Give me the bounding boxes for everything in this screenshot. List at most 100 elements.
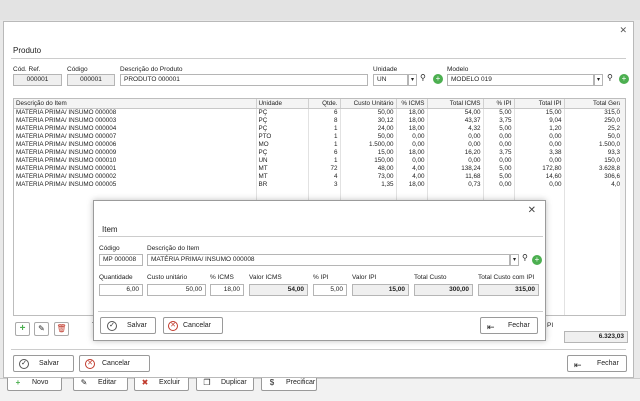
table-row[interactable]: MATÉRIA PRIMA/ INSUMO 000001 MT 72 48,00 4,0… bbox=[14, 165, 625, 173]
table-row[interactable]: MATÉRIA PRIMA/ INSUMO 000009 PÇ 6 15,00 18,0… bbox=[14, 149, 625, 157]
cod-ref-field[interactable]: 000001 bbox=[13, 74, 62, 86]
grid-edit-button[interactable]: ✎ bbox=[34, 322, 49, 336]
empty-cell bbox=[564, 293, 625, 301]
cancel-icon: ✕ bbox=[85, 359, 95, 369]
table-cell: 15,00 bbox=[514, 108, 565, 117]
table-cell: PÇ bbox=[256, 149, 309, 157]
table-cell: 18,00 bbox=[396, 108, 428, 117]
table-cell: 43,37 bbox=[427, 117, 484, 125]
table-cell: MATÉRIA PRIMA/ INSUMO 000006 bbox=[14, 141, 257, 149]
close-icon[interactable]: ✕ bbox=[528, 205, 536, 216]
custo-unitario-field[interactable]: 50,00 bbox=[147, 284, 206, 296]
unidade-label: Unidade bbox=[373, 66, 398, 73]
item-fechar-button[interactable]: ⇤ Fechar bbox=[480, 317, 538, 334]
descricao-produto-field[interactable]: PRODUTO 000001 bbox=[120, 74, 368, 86]
table-cell: 73,00 bbox=[340, 173, 397, 181]
empty-cell bbox=[564, 213, 625, 221]
quantidade-field[interactable]: 6,00 bbox=[99, 284, 143, 296]
table-cell: MATÉRIA PRIMA/ INSUMO 000008 bbox=[14, 108, 257, 117]
produto-salvar-button[interactable]: ✓ Salvar bbox=[13, 355, 74, 372]
table-cell: 306,60 bbox=[564, 173, 625, 181]
empty-cell bbox=[564, 253, 625, 261]
item-cancelar-button[interactable]: ✕ Cancelar bbox=[163, 317, 223, 334]
modelo-dropdown-icon[interactable]: ▾ bbox=[594, 74, 603, 86]
table-cell: 138,24 bbox=[427, 165, 484, 173]
item-dropdown-icon[interactable]: ▾ bbox=[510, 254, 519, 266]
table-cell: 0,00 bbox=[427, 141, 484, 149]
unidade-search-icon[interactable]: ⚲ bbox=[420, 73, 426, 82]
table-cell: 1,20 bbox=[514, 125, 565, 133]
item-add-icon[interactable]: + bbox=[532, 255, 542, 265]
table-cell: 1.500,00 bbox=[340, 141, 397, 149]
item-descricao-field[interactable]: MATÉRIA PRIMA/ INSUMO 000008 bbox=[147, 254, 510, 266]
table-cell: MT bbox=[256, 165, 309, 173]
table-cell: 93,38 bbox=[564, 149, 625, 157]
ipi-label: % IPI bbox=[313, 274, 329, 281]
table-cell: 15,00 bbox=[340, 149, 397, 157]
grid-add-button[interactable]: + bbox=[15, 322, 30, 336]
table-cell: PTO bbox=[256, 133, 309, 141]
table-row[interactable]: MATÉRIA PRIMA/ INSUMO 000004 PÇ 1 24,00 18,0… bbox=[14, 125, 625, 133]
empty-cell bbox=[514, 189, 565, 197]
table-cell: 315,00 bbox=[564, 108, 625, 117]
empty-cell bbox=[564, 205, 625, 213]
plus-icon: + bbox=[19, 323, 26, 334]
table-cell: 0,00 bbox=[514, 181, 565, 189]
table-row[interactable]: MATÉRIA PRIMA/ INSUMO 000002 MT 4 73,00 4,00… bbox=[14, 173, 625, 181]
table-cell: 25,20 bbox=[564, 125, 625, 133]
table-cell: 1 bbox=[308, 125, 341, 133]
produto-cancelar-button[interactable]: ✕ Cancelar bbox=[79, 355, 150, 372]
column-header[interactable]: % IPI bbox=[483, 99, 515, 109]
empty-cell bbox=[427, 189, 484, 197]
column-header[interactable]: % ICMS bbox=[396, 99, 428, 109]
column-header[interactable]: Total Geral bbox=[564, 99, 625, 109]
table-cell: BR bbox=[256, 181, 309, 189]
codigo-field[interactable]: 000001 bbox=[67, 74, 115, 86]
empty-cell bbox=[564, 277, 625, 285]
column-header[interactable]: Total ICMS bbox=[427, 99, 484, 109]
table-cell: MATÉRIA PRIMA/ INSUMO 000004 bbox=[14, 125, 257, 133]
table-cell: 8 bbox=[308, 117, 341, 125]
table-row[interactable]: MATÉRIA PRIMA/ INSUMO 000008 PÇ 6 50,00 18,0… bbox=[14, 108, 625, 117]
table-cell: 5,00 bbox=[483, 125, 515, 133]
table-row[interactable]: MATÉRIA PRIMA/ INSUMO 000010 UN 1 150,00 0,0… bbox=[14, 157, 625, 165]
column-header[interactable]: Descrição do Item bbox=[14, 99, 257, 109]
table-cell: MT bbox=[256, 173, 309, 181]
table-row[interactable]: MATÉRIA PRIMA/ INSUMO 000003 PÇ 8 30,12 18,0… bbox=[14, 117, 625, 125]
column-header[interactable]: Total IPI bbox=[514, 99, 565, 109]
table-row[interactable]: MATÉRIA PRIMA/ INSUMO 000007 PTO 1 50,00 0,0… bbox=[14, 133, 625, 141]
table-cell: 6 bbox=[308, 149, 341, 157]
table-row[interactable]: MATÉRIA PRIMA/ INSUMO 000006 MO 1 1.500,00 0… bbox=[14, 141, 625, 149]
empty-cell bbox=[256, 189, 309, 197]
table-cell: 18,00 bbox=[396, 181, 428, 189]
check-icon: ✓ bbox=[19, 359, 29, 369]
total-custo-ipi-field: 315,00 bbox=[478, 284, 539, 296]
icms-field[interactable]: 18,00 bbox=[210, 284, 244, 296]
table-cell: 250,00 bbox=[564, 117, 625, 125]
produto-fechar-button[interactable]: ⇤ Fechar bbox=[567, 355, 627, 372]
table-cell: 150,00 bbox=[340, 157, 397, 165]
unidade-field[interactable]: UN bbox=[373, 74, 408, 86]
ipi-label-fragment: PI bbox=[547, 322, 554, 329]
item-salvar-button[interactable]: ✓ Salvar bbox=[100, 317, 156, 334]
column-header[interactable]: Custo Unitário bbox=[340, 99, 397, 109]
ipi-field[interactable]: 5,00 bbox=[313, 284, 347, 296]
unidade-add-icon[interactable]: + bbox=[433, 74, 443, 84]
modelo-add-icon[interactable]: + bbox=[619, 74, 629, 84]
table-scrollbar[interactable] bbox=[620, 99, 625, 315]
total-custo-label: Total Custo bbox=[414, 274, 447, 281]
modelo-search-icon[interactable]: ⚲ bbox=[607, 73, 613, 82]
table-row[interactable]: MATÉRIA PRIMA/ INSUMO 000005 BR 3 1,35 18,00… bbox=[14, 181, 625, 189]
column-header[interactable]: Unidade bbox=[256, 99, 309, 109]
unidade-dropdown-icon[interactable]: ▾ bbox=[408, 74, 417, 86]
modelo-field[interactable]: MODELO 019 bbox=[447, 74, 594, 86]
table-cell: 0,00 bbox=[396, 157, 428, 165]
valor-icms-field: 54,00 bbox=[249, 284, 308, 296]
empty-cell bbox=[564, 285, 625, 293]
close-icon[interactable]: ✕ bbox=[619, 25, 627, 36]
item-codigo-field[interactable]: MP 000008 bbox=[99, 254, 143, 266]
column-header[interactable]: Qtde. bbox=[308, 99, 341, 109]
grid-delete-button[interactable]: 🗑 bbox=[54, 322, 69, 336]
item-search-icon[interactable]: ⚲ bbox=[522, 253, 528, 262]
empty-cell bbox=[564, 221, 625, 229]
